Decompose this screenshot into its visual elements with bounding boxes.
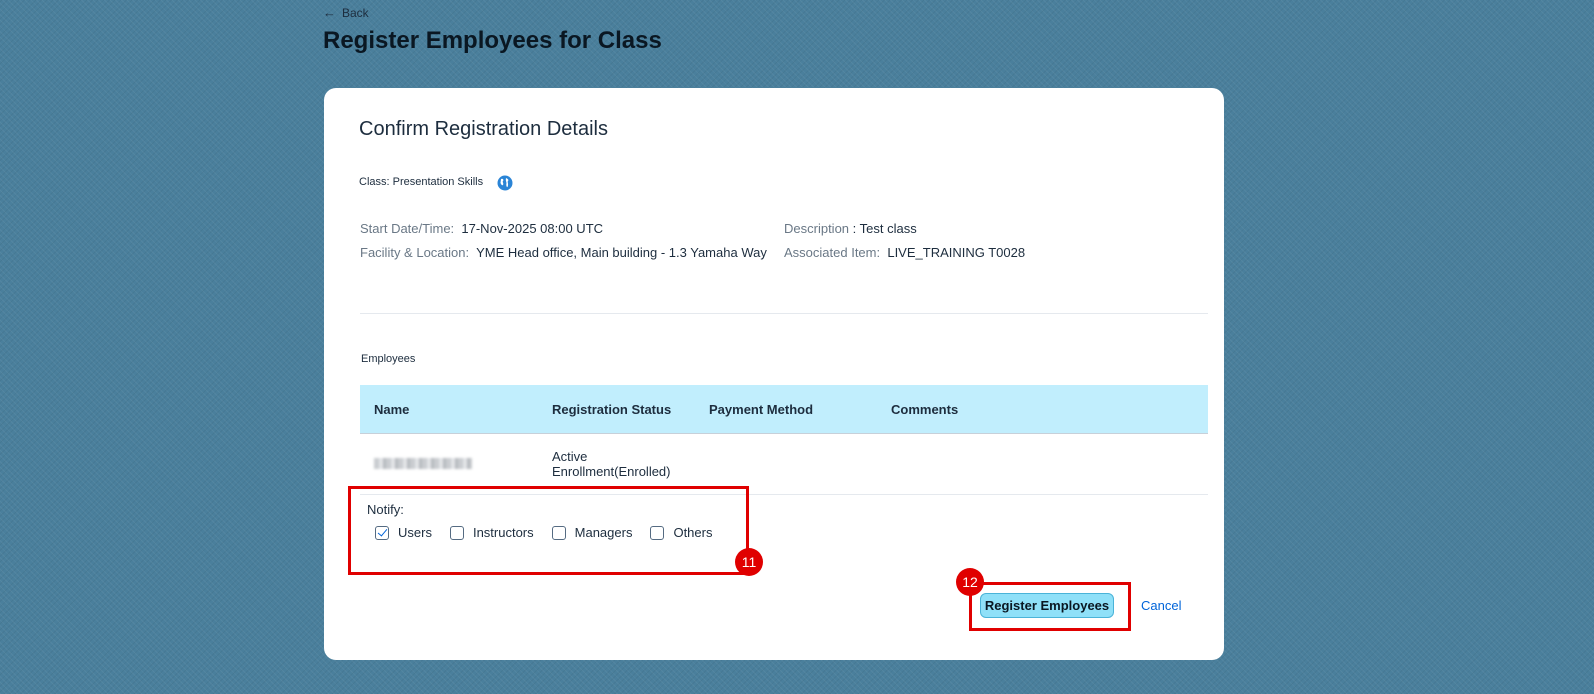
notify-users-label: Users xyxy=(398,525,432,540)
card-title: Confirm Registration Details xyxy=(359,118,608,140)
notify-managers-checkbox[interactable]: Managers xyxy=(551,525,633,540)
start-label: Start Date/Time: xyxy=(360,221,455,236)
associated-label: Associated Item: xyxy=(784,245,881,260)
step-badge-11: 11 xyxy=(735,548,763,576)
checkbox-unchecked-icon[interactable] xyxy=(650,525,665,540)
step-badge-12: 12 xyxy=(956,568,984,596)
notify-label: Notify: xyxy=(367,502,404,517)
notify-others-label: Others xyxy=(673,525,713,540)
associated-value: LIVE_TRAINING T0028 xyxy=(887,245,1026,260)
comments-cell xyxy=(877,433,1208,495)
checkbox-unchecked-icon[interactable] xyxy=(449,525,464,540)
column-header-payment-method: Payment Method xyxy=(695,385,877,434)
notify-options: Users Instructors Managers Others xyxy=(375,525,730,540)
redacted-name xyxy=(374,457,472,469)
back-link[interactable]: ← Back xyxy=(323,5,369,20)
registration-card: Confirm Registration Details Class: Pres… xyxy=(324,88,1224,660)
class-info: Class: Presentation Skills xyxy=(359,174,513,191)
notify-others-checkbox[interactable]: Others xyxy=(650,525,712,540)
divider xyxy=(360,313,1208,314)
cancel-link[interactable]: Cancel xyxy=(1141,598,1181,613)
description-value: : Test class xyxy=(852,221,917,236)
facility-label: Facility & Location: xyxy=(360,245,470,260)
facility-value: YME Head office, Main building - 1.3 Yam… xyxy=(476,245,767,260)
start-value: 17-Nov-2025 08:00 UTC xyxy=(461,221,604,236)
notify-instructors-checkbox[interactable]: Instructors xyxy=(449,525,534,540)
register-employees-button[interactable]: Register Employees xyxy=(980,593,1114,618)
globe-icon[interactable] xyxy=(497,175,513,191)
associated-item: Associated Item: LIVE_TRAINING T0028 xyxy=(784,245,1025,261)
notify-instructors-label: Instructors xyxy=(472,525,534,540)
employees-label: Employees xyxy=(361,353,416,365)
class-label: Class: Presentation Skills xyxy=(359,176,484,188)
notify-section: Notify: Users Instructors Managers Other… xyxy=(348,486,749,575)
arrow-left-icon: ← xyxy=(323,5,336,20)
column-header-registration-status: Registration Status xyxy=(538,385,695,434)
column-header-name: Name xyxy=(360,385,538,434)
employees-table: Name Registration Status Payment Method … xyxy=(360,385,1208,495)
start-datetime: Start Date/Time: 17-Nov-2025 08:00 UTC xyxy=(360,221,603,237)
table-header-row: Name Registration Status Payment Method … xyxy=(360,385,1208,434)
checkbox-checked-icon[interactable] xyxy=(375,525,389,540)
notify-managers-label: Managers xyxy=(574,525,633,540)
back-label: Back xyxy=(342,5,369,20)
facility-location: Facility & Location: YME Head office, Ma… xyxy=(360,245,770,261)
page-title: Register Employees for Class xyxy=(323,27,662,54)
description: Description : Test class xyxy=(784,221,917,237)
column-header-comments: Comments xyxy=(877,385,1208,434)
checkbox-unchecked-icon[interactable] xyxy=(551,525,566,540)
description-label: Description xyxy=(784,221,850,236)
notify-users-checkbox[interactable]: Users xyxy=(375,525,432,540)
